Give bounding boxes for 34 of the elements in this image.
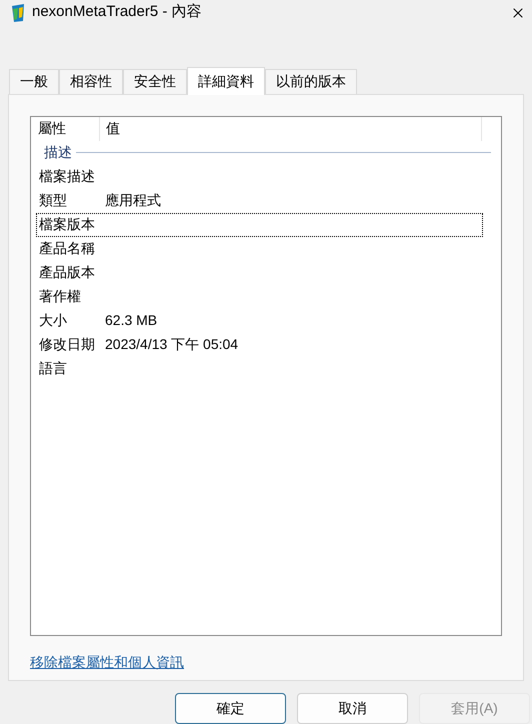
property-name: 修改日期 <box>38 335 96 354</box>
property-name: 著作權 <box>38 287 82 306</box>
property-row[interactable]: 著作權 <box>36 284 483 309</box>
window-title: nexonMetaTrader5 - 內容 <box>32 2 202 22</box>
dialog-button[interactable]: 取消 <box>297 693 408 724</box>
property-value: 應用程式 <box>105 191 161 210</box>
property-row[interactable]: 檔案描述 <box>36 164 483 189</box>
tab[interactable]: 以前的版本 <box>265 68 357 94</box>
tab[interactable]: 一般 <box>9 68 59 94</box>
column-header[interactable]: 值 <box>100 116 482 141</box>
column-header[interactable]: 屬性 <box>31 116 100 141</box>
property-row[interactable]: 大小 62.3 MB <box>36 308 483 333</box>
property-row[interactable]: 產品名稱 <box>36 236 483 261</box>
property-name: 檔案描述 <box>38 167 96 186</box>
tab[interactable]: 安全性 <box>123 68 187 94</box>
property-row[interactable]: 語言 <box>36 356 483 381</box>
dialog-button[interactable]: 確定 <box>175 693 286 724</box>
property-row[interactable]: 產品版本 <box>36 260 483 285</box>
property-name: 產品名稱 <box>38 239 96 258</box>
property-name: 類型 <box>38 191 68 210</box>
property-name: 大小 <box>38 311 68 330</box>
property-value: 2023/4/13 下午 05:04 <box>105 335 238 354</box>
property-row[interactable]: 類型 應用程式 <box>36 188 483 213</box>
tab[interactable]: 詳細資料 <box>187 66 265 95</box>
property-name: 語言 <box>38 359 68 378</box>
property-value: 62.3 MB <box>105 311 158 330</box>
property-row[interactable]: 修改日期 2023/4/13 下午 05:04 <box>36 332 483 357</box>
property-row[interactable]: 檔案版本 <box>36 212 483 237</box>
group-header: 描述 <box>44 143 72 162</box>
property-name: 檔案版本 <box>38 215 96 234</box>
tab[interactable]: 相容性 <box>59 68 123 94</box>
property-name: 產品版本 <box>38 263 96 282</box>
app-icon <box>10 2 26 23</box>
remove-properties-link[interactable]: 移除檔案屬性和個人資訊 <box>30 654 184 670</box>
